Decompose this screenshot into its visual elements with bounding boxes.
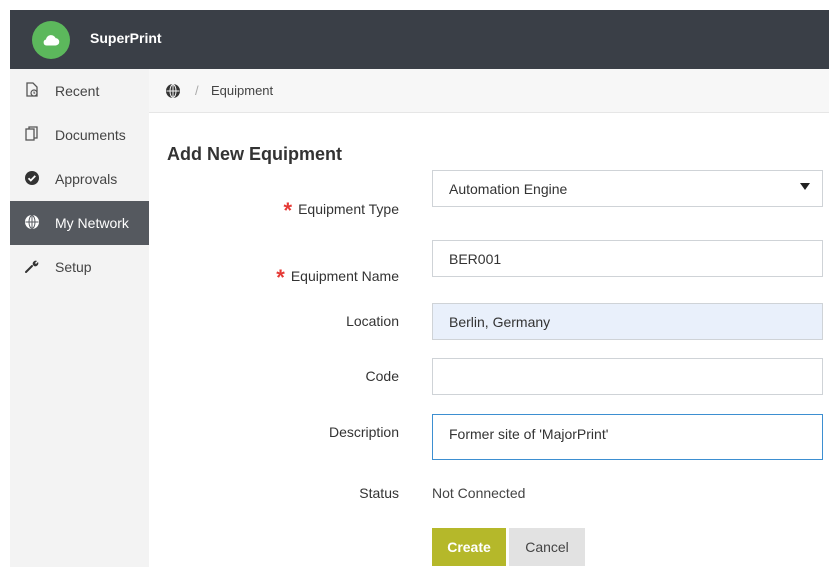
sidebar-item-setup[interactable]: Setup [10,245,149,289]
sidebar-item-label: My Network [55,215,129,231]
equipment-type-select[interactable]: Automation Engine [432,170,823,207]
breadcrumb: / Equipment [149,69,829,113]
cancel-button[interactable]: Cancel [509,528,585,566]
globe-icon[interactable] [165,83,181,99]
app-frame: SuperPrint Recent Documents Approvals My… [10,10,829,567]
page-title: Add New Equipment [167,144,342,164]
code-input[interactable] [432,358,823,395]
sidebar-item-label: Recent [55,83,100,99]
sidebar-item-label: Setup [55,259,92,275]
equipment-type-value: Automation Engine [449,180,568,197]
equipment-name-label: * Equipment Name [276,265,399,290]
equipment-name-input[interactable]: BER001 [432,240,823,277]
breadcrumb-current: Equipment [211,83,274,98]
documents-icon [24,126,40,142]
wrench-icon [24,258,40,274]
required-marker: * [276,265,285,290]
status-value: Not Connected [432,485,526,501]
check-circle-icon [24,170,40,186]
main-content: / Equipment Add New Equipment * Equipment… [149,69,829,567]
required-marker: * [283,198,293,223]
file-clock-icon [24,82,40,98]
equipment-type-label: * Equipment Type [283,198,399,223]
status-label: Status [359,485,399,501]
create-button[interactable]: Create [432,528,506,566]
cloud-logo-icon[interactable] [32,21,70,59]
sidebar-item-my-network[interactable]: My Network [10,201,149,245]
description-input[interactable]: Former site of 'MajorPrint' [432,414,823,460]
description-label: Description [328,424,399,440]
sidebar-item-label: Documents [55,127,126,143]
app-title: SuperPrint [90,30,162,46]
location-input[interactable]: Berlin, Germany [432,303,823,340]
globe-icon [24,214,40,230]
top-bar: SuperPrint [10,10,829,69]
location-label: Location [346,313,399,329]
caret-down-icon [800,183,810,190]
sidebar-item-label: Approvals [55,171,118,187]
sidebar: Recent Documents Approvals My Network Se… [10,69,149,567]
breadcrumb-separator: / [195,83,199,98]
sidebar-item-recent[interactable]: Recent [10,69,149,113]
sidebar-item-documents[interactable]: Documents [10,113,149,157]
sidebar-item-approvals[interactable]: Approvals [10,157,149,201]
code-label: Code [365,368,399,384]
